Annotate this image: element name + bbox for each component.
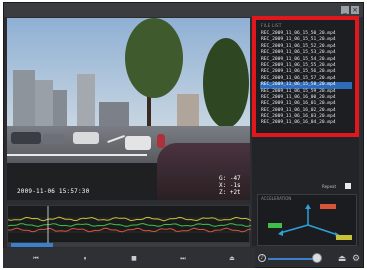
g-arrow — [278, 230, 283, 236]
volume-slider-knob[interactable] — [312, 253, 322, 263]
file-list-item[interactable]: REC_2009_11_06_16_04_20.mp4 — [260, 120, 352, 126]
repeat-label: Repeat — [322, 184, 337, 189]
stop-button[interactable]: ■ — [126, 253, 142, 265]
capture-icon[interactable]: ⏏ — [336, 253, 348, 265]
video-building — [77, 74, 95, 132]
video-building — [13, 70, 35, 132]
video-tree — [125, 18, 183, 98]
video-lane-line — [7, 154, 147, 156]
timeline-slider[interactable] — [7, 243, 250, 247]
g-axis-right — [307, 224, 339, 236]
video-car — [43, 134, 65, 144]
video-building — [35, 80, 53, 132]
g-readout-2: X: -1s — [219, 182, 241, 189]
settings-gear-icon[interactable]: ⚙ — [350, 253, 362, 265]
g-value-box — [268, 223, 282, 228]
title-bar: _ × — [4, 3, 363, 17]
g-sensor-axes — [268, 204, 352, 240]
g-value-box — [320, 204, 336, 209]
file-list-title: FILE LIST — [261, 23, 282, 28]
graph-line-y — [8, 222, 251, 228]
pause-button[interactable]: ⏸ — [77, 253, 93, 265]
g-readout-3: Z: +2t — [219, 189, 241, 196]
video-car — [73, 132, 99, 144]
g-sensor-panel: ACCELERATION — [257, 194, 357, 246]
video-timestamp: 2009-11-06 15:57:30 — [17, 188, 90, 195]
g-value-box — [336, 235, 352, 240]
g-sensor-graph — [7, 205, 251, 244]
video-car — [125, 136, 151, 150]
g-sensor-graph-lines — [8, 206, 251, 244]
file-list-panel: FILE LIST REC_2009_11_06_15_50_20.mp4 REC… — [252, 16, 359, 137]
repeat-checkbox[interactable] — [345, 183, 351, 189]
video-viewport[interactable]: 2009-11-06 15:57:30 G: -47 X: -1s Z: +2t — [7, 18, 250, 200]
volume-icon[interactable]: ♪ — [258, 254, 266, 262]
video-pedestrian — [157, 134, 165, 148]
video-tree — [203, 38, 249, 128]
file-list: REC_2009_11_06_15_50_20.mp4 REC_2009_11_0… — [260, 31, 352, 127]
minimize-button[interactable]: _ — [341, 6, 349, 14]
close-button[interactable]: × — [351, 6, 359, 14]
next-button[interactable]: ⏭ — [175, 253, 191, 265]
eject-button[interactable]: ⏏ — [224, 253, 240, 265]
timeline-progress — [11, 243, 54, 247]
g-arrow — [305, 204, 311, 209]
graph-line-x — [8, 216, 251, 222]
g-axis-left — [279, 224, 309, 234]
graph-line-z — [8, 227, 251, 233]
g-readout-1: G: -47 — [219, 175, 241, 182]
previous-button[interactable]: ⏮ — [28, 253, 44, 265]
volume-slider[interactable] — [268, 258, 314, 260]
video-car — [11, 132, 41, 144]
